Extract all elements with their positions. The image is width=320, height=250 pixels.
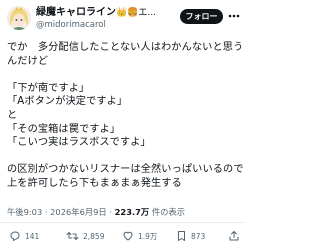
retweet-icon xyxy=(66,232,79,240)
tweet-line: んだけど xyxy=(7,55,49,67)
retweet-button[interactable]: 2,859 xyxy=(66,228,104,244)
tweet-header: 緑魔キャロライン👑🍔エ... @midorimacarol フォロー xyxy=(0,0,245,34)
meta-separator: · xyxy=(42,207,51,217)
tweet-line: の区別がつかないリスナーは全然いっぱいいるので xyxy=(7,164,244,176)
like-button[interactable]: 1.9万 xyxy=(122,228,157,244)
display-name-text: 緑魔キャロライン xyxy=(36,7,116,18)
bookmark-count: 873 xyxy=(191,231,206,241)
tweet-line: 上を許可したら下もまぁまぁ発生する xyxy=(7,177,182,189)
reply-icon xyxy=(10,231,20,241)
tweet-line: でか 多分配信したことない人はわかんないと思う xyxy=(7,42,244,53)
display-name-emoji: 👑🍔エ... xyxy=(116,8,156,18)
tweet-line: 「下が南ですよ」 xyxy=(7,82,90,94)
post-time[interactable]: 午後9:03 xyxy=(7,207,42,217)
tweet-line xyxy=(7,150,239,164)
tweet-text: でか 多分配信したことない人はわかんないと思う んだけど 「下が南ですよ」 「A… xyxy=(7,41,244,191)
bookmark-button[interactable]: 873 xyxy=(176,228,205,244)
tweet-line: 「こいつ実はラスボスですよ」 xyxy=(7,137,151,149)
retweet-count: 2,859 xyxy=(83,231,105,241)
display-name[interactable]: 緑魔キャロライン👑🍔エ... xyxy=(36,6,176,19)
tweet-line: 「Aボタンが決定ですよ」 xyxy=(7,96,128,108)
bookmark-icon xyxy=(178,231,185,241)
tweet-line xyxy=(7,68,239,82)
like-count: 1.9万 xyxy=(138,231,158,241)
meta-separator: · xyxy=(106,207,115,217)
heart-icon xyxy=(123,231,133,241)
share-button[interactable] xyxy=(228,228,244,244)
more-options-icon[interactable] xyxy=(227,13,241,19)
tweet-meta: 午後9:03 · 2026年6月9日 · 223.7万 件の表示 xyxy=(7,207,185,218)
user-handle[interactable]: @midorimacarol xyxy=(36,20,106,31)
share-icon xyxy=(229,231,239,241)
reply-count: 141 xyxy=(25,231,40,241)
action-bar: 141 2,859 1.9万 873 xyxy=(0,228,245,244)
reply-button[interactable]: 141 xyxy=(9,228,39,244)
tweet-line: と xyxy=(7,109,18,121)
avatar[interactable] xyxy=(7,6,31,30)
post-date[interactable]: 2026年6月9日 xyxy=(50,207,107,217)
follow-button[interactable]: フォロー xyxy=(180,9,223,24)
view-count: 223.7万 xyxy=(114,207,150,217)
tweet-line: 「その宝箱は罠ですよ」 xyxy=(7,123,121,135)
view-count-label: 件の表示 xyxy=(149,207,186,217)
divider xyxy=(0,222,245,223)
